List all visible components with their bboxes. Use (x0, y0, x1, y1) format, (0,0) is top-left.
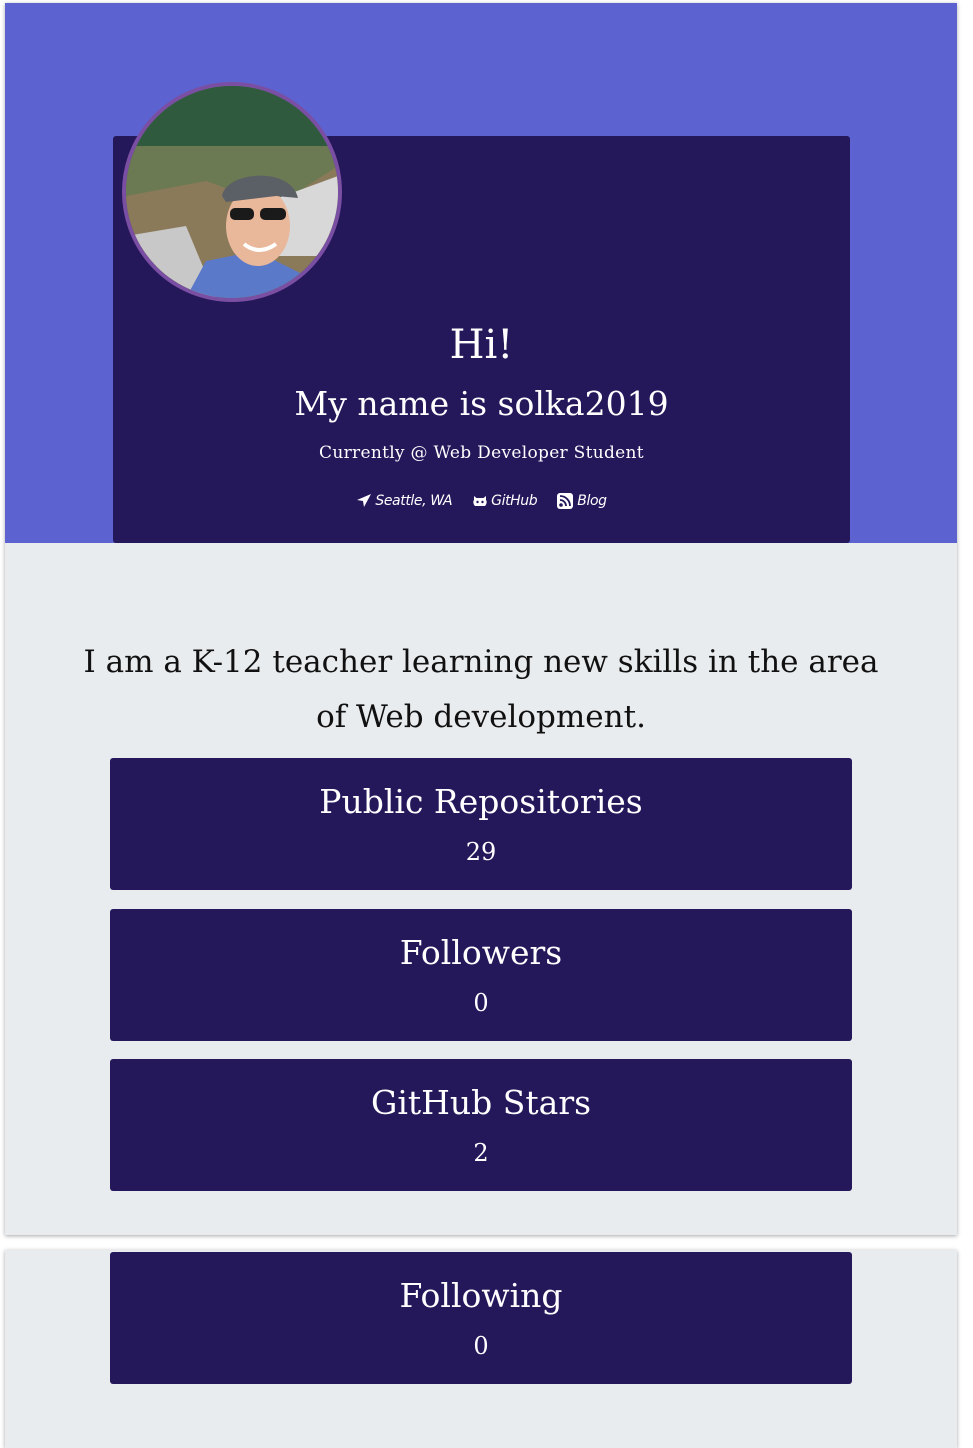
avatar (122, 82, 342, 302)
blog-label: Blog (577, 493, 607, 509)
page-section-top: Hi! My name is solka2019 Currently @ Web… (5, 3, 957, 1235)
stat-label: GitHub Stars (370, 1083, 592, 1122)
page-section-bottom: Following 0 (5, 1250, 957, 1448)
github-link[interactable]: GitHub (472, 492, 538, 510)
stat-label: Public Repositories (319, 782, 643, 821)
stat-card-following: Following 0 (110, 1252, 852, 1384)
github-octocat-icon (472, 495, 488, 508)
stat-card-public-repositories: Public Repositories 29 (110, 758, 852, 890)
stat-value: 29 (465, 838, 497, 866)
current-role: Currently @ Web Developer Student (319, 443, 644, 463)
profile-links: Seattle, WA GitHub Blog (113, 492, 850, 510)
stat-label: Followers (399, 933, 563, 972)
location-arrow-icon (356, 494, 372, 508)
blog-link[interactable]: Blog (557, 492, 607, 510)
name-heading: My name is solka2019 (294, 384, 669, 423)
github-label: GitHub (491, 493, 538, 509)
location-link[interactable]: Seattle, WA (356, 492, 453, 510)
stat-card-followers: Followers 0 (110, 909, 852, 1041)
rss-icon (557, 493, 574, 509)
avatar-photo (126, 86, 338, 298)
stat-label: Following (399, 1276, 563, 1315)
greeting-heading: Hi! (449, 322, 514, 368)
stat-value: 2 (473, 1139, 489, 1167)
location-label: Seattle, WA (375, 493, 453, 509)
stat-card-github-stars: GitHub Stars 2 (110, 1059, 852, 1191)
stat-value: 0 (473, 989, 489, 1017)
bio-text: I am a K-12 teacher learning new skills … (83, 644, 879, 735)
stat-value: 0 (473, 1332, 489, 1360)
